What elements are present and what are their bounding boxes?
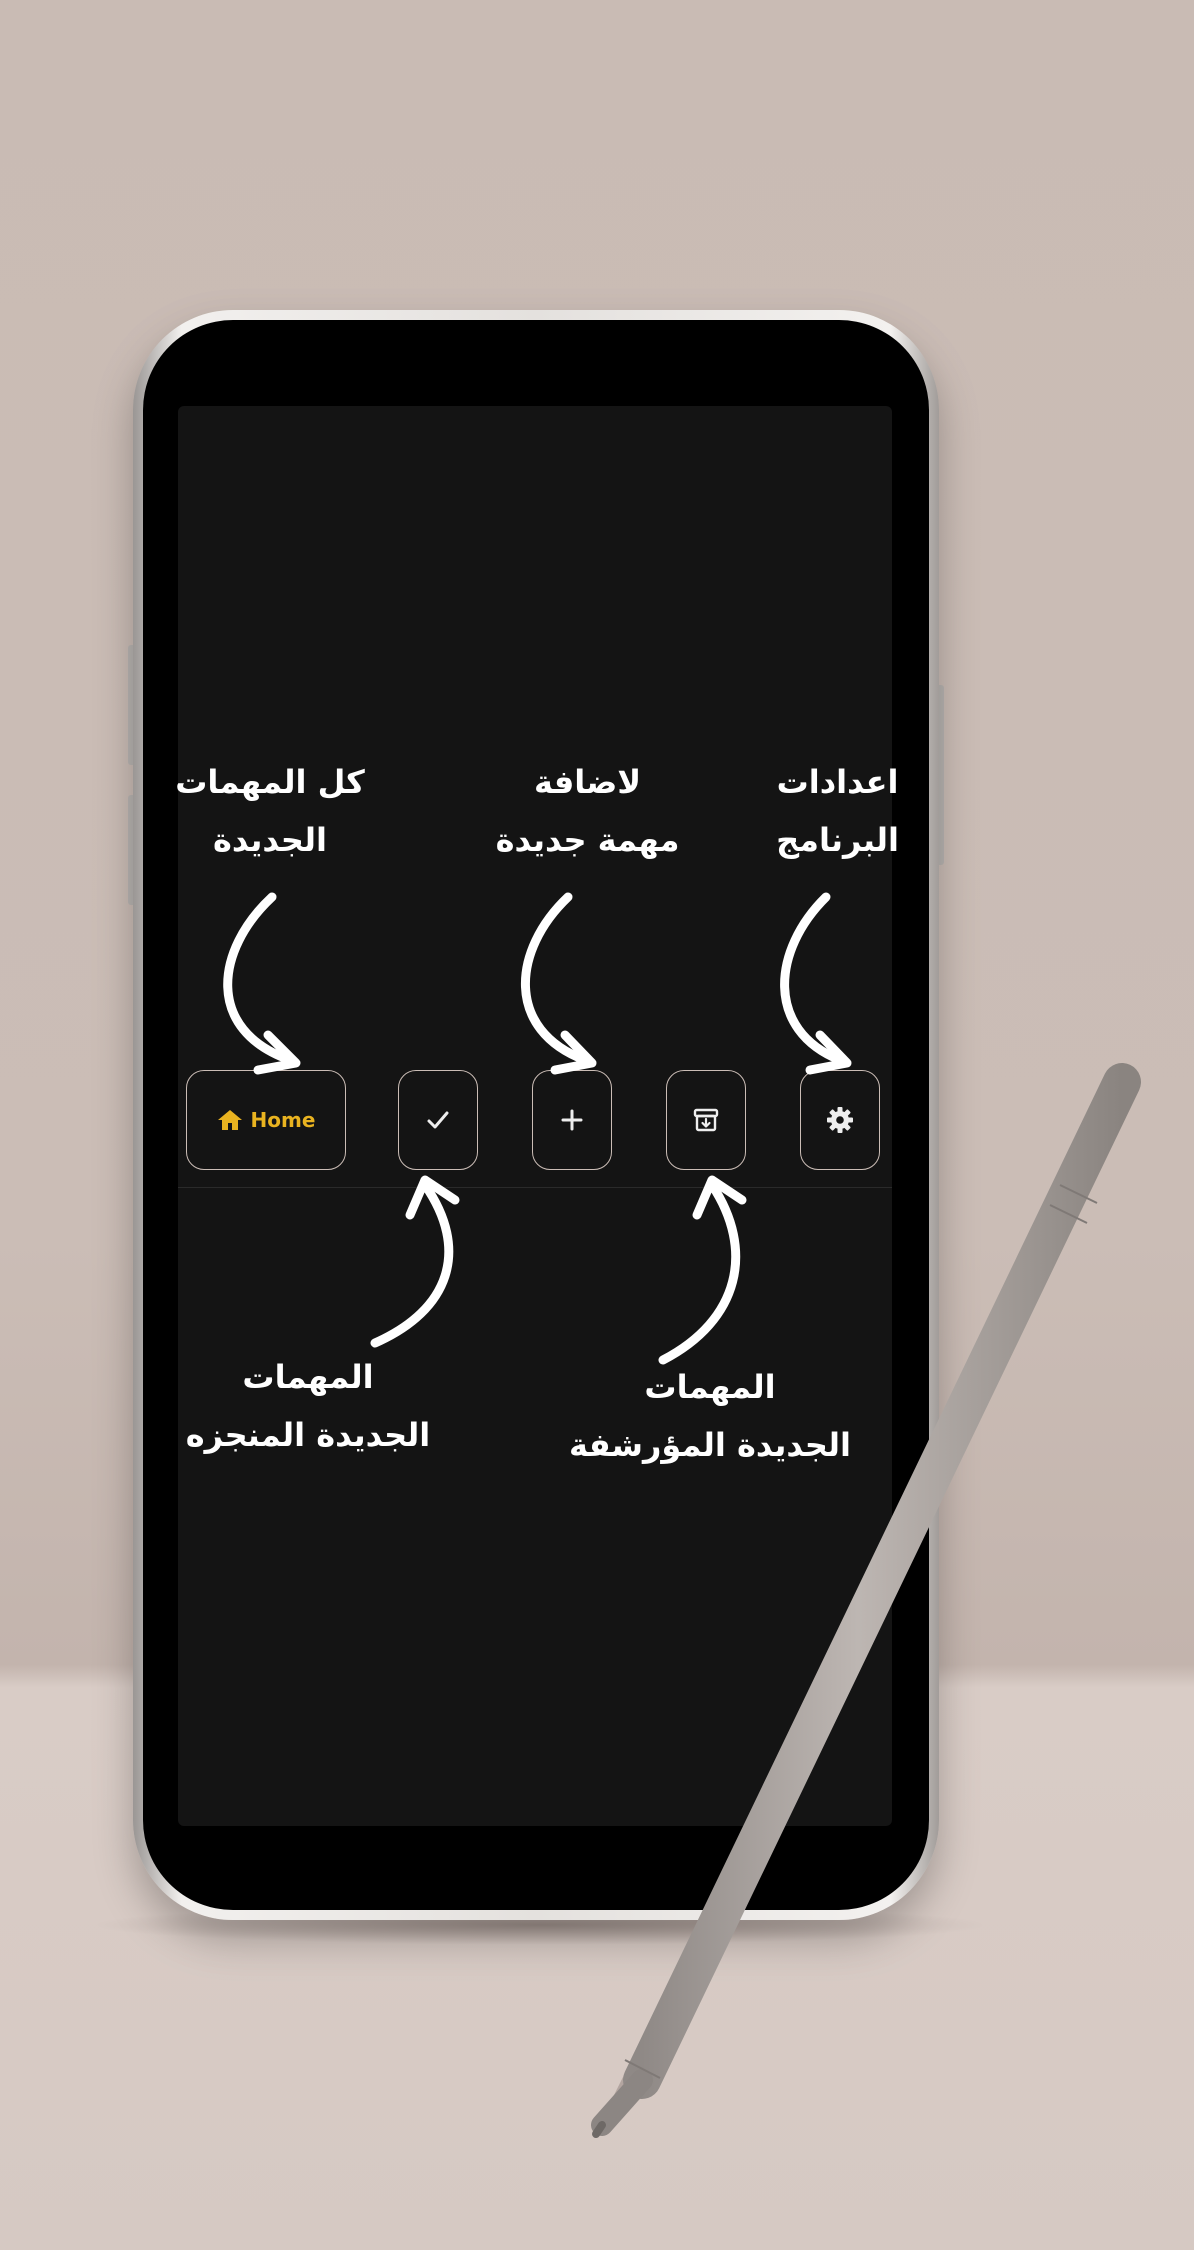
stylus-pen — [591, 1063, 1141, 2138]
